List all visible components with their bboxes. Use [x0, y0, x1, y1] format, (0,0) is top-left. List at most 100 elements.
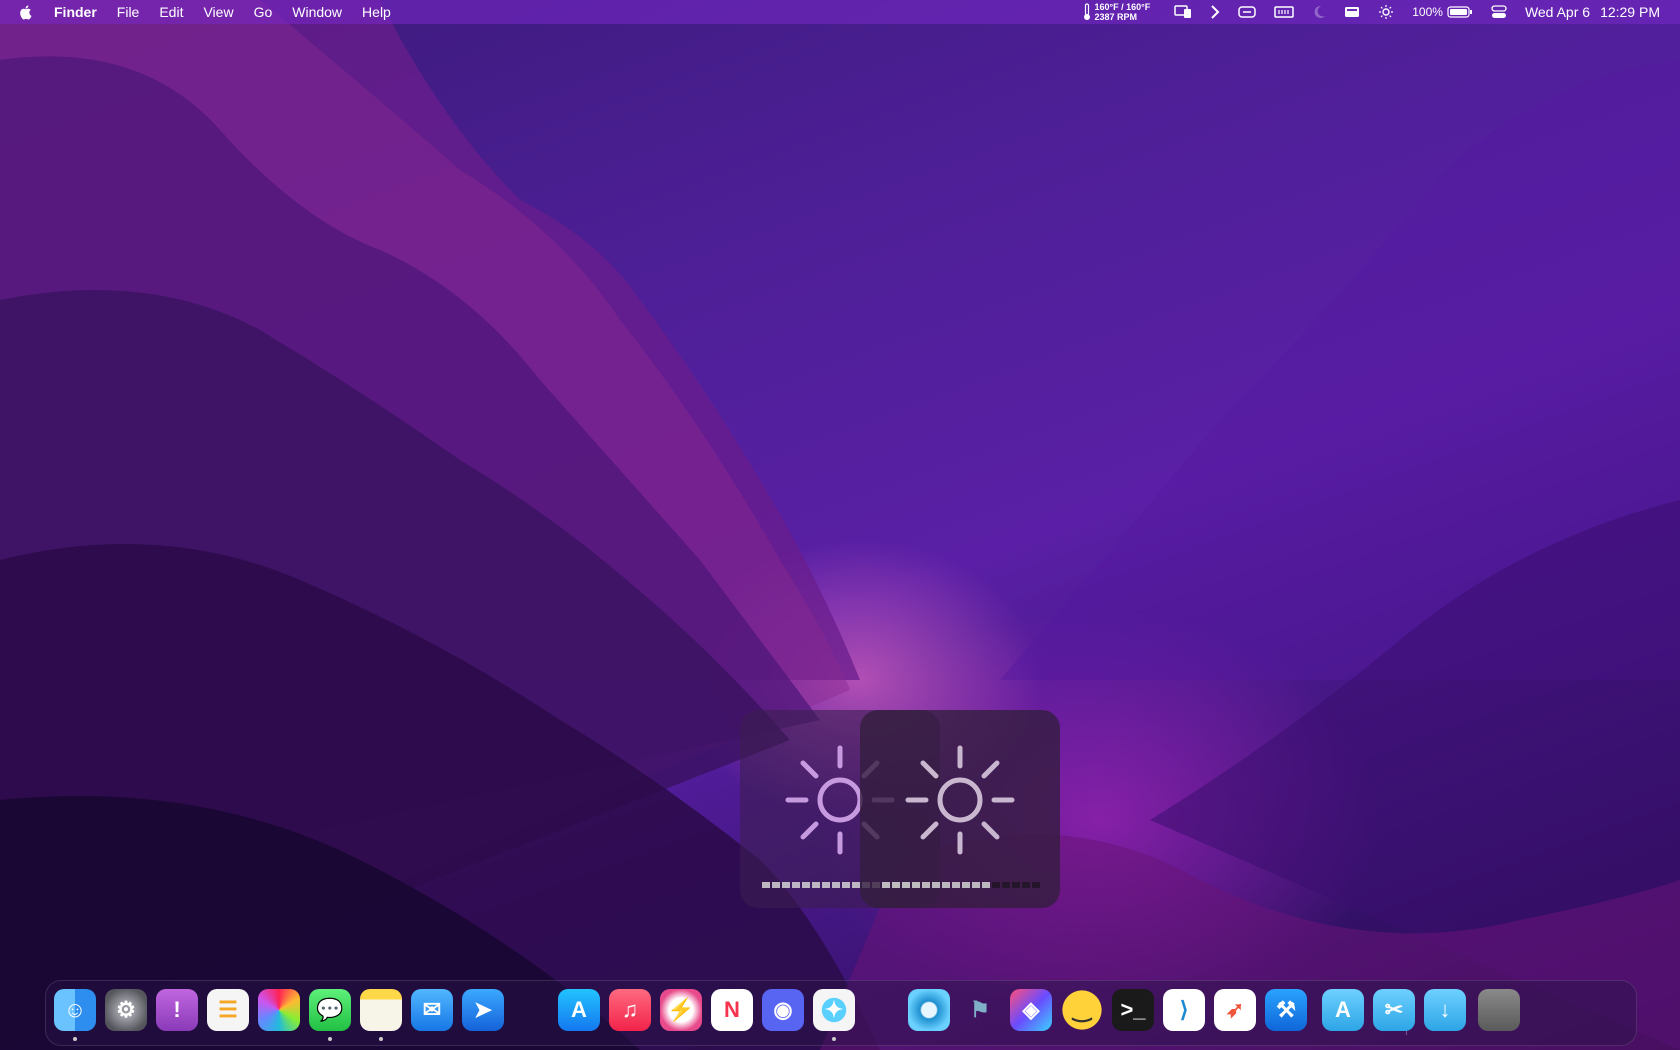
menu-edit[interactable]: Edit [159, 4, 183, 20]
menu-view[interactable]: View [203, 4, 233, 20]
keyboard-icon[interactable] [1344, 6, 1360, 18]
messages-icon[interactable]: 💬 [309, 989, 351, 1031]
downloads-folder-icon[interactable]: ↓ [1424, 989, 1466, 1031]
news-icon[interactable]: N [711, 989, 753, 1031]
brightness-segment [812, 882, 820, 888]
terminal-icon[interactable]: >_ [1112, 989, 1154, 1031]
menu-help[interactable]: Help [362, 4, 391, 20]
safari-icon[interactable]: ✦ [813, 989, 855, 1031]
menu-go[interactable]: Go [254, 4, 273, 20]
emoji-glyph: ‿ [1073, 997, 1091, 1022]
instruments-icon[interactable]: ⚡ [660, 989, 702, 1031]
control-center-icon[interactable] [1491, 5, 1507, 19]
brightness-segment [882, 882, 890, 888]
flag-icon[interactable]: ⚑ [959, 989, 1001, 1031]
battery-icon[interactable] [1447, 6, 1473, 18]
menu-date[interactable]: Wed Apr 6 [1525, 4, 1590, 20]
brightness-segment [762, 882, 770, 888]
flag-glyph: ⚑ [970, 997, 990, 1022]
brightness-segment [942, 882, 950, 888]
feedback-icon[interactable]: ! [156, 989, 198, 1031]
menu-bar: Finder File Edit View Go Window Help 160… [0, 0, 1680, 24]
thermometer-icon [1083, 3, 1090, 20]
utilities-folder-icon[interactable]: ✂ [1373, 989, 1415, 1031]
menu-time[interactable]: 12:29 PM [1600, 4, 1660, 20]
xcode-icon[interactable]: ⚒ [1265, 989, 1307, 1031]
news-glyph: N [724, 997, 740, 1022]
gear-glyph: ⚙ [116, 997, 136, 1022]
spark-glyph: ➤ [473, 997, 493, 1022]
emoji-icon[interactable]: ‿ [1061, 989, 1103, 1031]
display-icon[interactable] [1174, 5, 1192, 19]
dock: ☺ ⚙! ☰ 💬 ✉ ➤ A ♫ ⚡ N ◉ ✦ ⚑ ◈ ‿ >_ ⟩ ➶ ⚒ A ✂ ↓ [45, 980, 1637, 1046]
safari-glyph: ✦ [824, 997, 844, 1022]
brightness-icon[interactable] [1378, 4, 1394, 20]
trash-icon[interactable] [1478, 989, 1520, 1031]
brightness-segment [902, 882, 910, 888]
reminders-icon[interactable]: ☰ [207, 989, 249, 1031]
applications-folder-glyph: A [1335, 997, 1351, 1022]
brightness-segment [1032, 882, 1040, 888]
running-indicator [73, 1037, 77, 1041]
brightness-segment [982, 882, 990, 888]
menu-window[interactable]: Window [292, 4, 342, 20]
running-indicator [379, 1037, 383, 1041]
brightness-level-bar [882, 882, 1042, 888]
reminders-glyph: ☰ [218, 997, 238, 1022]
downloads-folder-glyph: ↓ [1439, 997, 1451, 1022]
notes-glyph [360, 989, 402, 1031]
vscode-glyph: ⟩ [1179, 997, 1189, 1022]
brightness-segment [892, 882, 900, 888]
brightness-segment [962, 882, 970, 888]
brightness-segment [842, 882, 850, 888]
mail-icon[interactable]: ✉ [411, 989, 453, 1031]
brightness-segment [822, 882, 830, 888]
sync-icon[interactable] [1238, 5, 1256, 19]
apple-menu-icon[interactable] [18, 4, 32, 20]
discord-icon[interactable]: ◉ [762, 989, 804, 1031]
music-icon[interactable]: ♫ [609, 989, 651, 1031]
instruments-glyph: ⚡ [667, 997, 695, 1022]
swift-icon[interactable]: ➶ [1214, 989, 1256, 1031]
brightness-segment [992, 882, 1000, 888]
brightness-segment [1012, 882, 1020, 888]
shortcuts-icon[interactable]: ◈ [1010, 989, 1052, 1031]
discord-glyph: ◉ [773, 997, 793, 1022]
moon-icon[interactable] [1312, 5, 1326, 19]
menu-file[interactable]: File [117, 4, 140, 20]
brightness-segment [782, 882, 790, 888]
brightness-segment [792, 882, 800, 888]
notes-icon[interactable] [360, 989, 402, 1031]
running-indicator [832, 1037, 836, 1041]
battery-percent[interactable]: 100% [1412, 5, 1443, 19]
fan-speed-text: 2387 RPM [1094, 12, 1138, 22]
appstore-icon[interactable]: A [558, 989, 600, 1031]
brightness-segment [912, 882, 920, 888]
photos-glyph [258, 989, 300, 1031]
spark-icon[interactable]: ➤ [462, 989, 504, 1031]
chevron-right-icon[interactable] [1210, 5, 1220, 19]
brightness-segment [802, 882, 810, 888]
running-indicator [328, 1037, 332, 1041]
temperature-status[interactable]: 160°F / 160°F 2387 RPM [1083, 2, 1150, 22]
mail-glyph: ✉ [422, 997, 442, 1022]
xcode-glyph: ⚒ [1276, 997, 1296, 1022]
memory-icon[interactable] [1274, 6, 1294, 18]
appstore-glyph: A [571, 997, 587, 1022]
brightness-segment [832, 882, 840, 888]
shortcuts-glyph: ◈ [1022, 997, 1040, 1022]
swift-glyph: ➶ [1225, 997, 1245, 1022]
photos-icon[interactable] [258, 989, 300, 1031]
finder-glyph: ☺ [63, 997, 87, 1022]
gear-icon[interactable]: ⚙ [105, 989, 147, 1031]
disk-icon[interactable] [908, 989, 950, 1031]
applications-folder-icon[interactable]: A [1322, 989, 1364, 1031]
brightness-segment [922, 882, 930, 888]
vscode-icon[interactable]: ⟩ [1163, 989, 1205, 1031]
brightness-segment [952, 882, 960, 888]
brightness-segment [852, 882, 860, 888]
menu-app-name[interactable]: Finder [54, 4, 97, 20]
finder-icon[interactable]: ☺ [54, 989, 96, 1031]
disk-glyph [908, 989, 950, 1031]
brightness-segment [772, 882, 780, 888]
